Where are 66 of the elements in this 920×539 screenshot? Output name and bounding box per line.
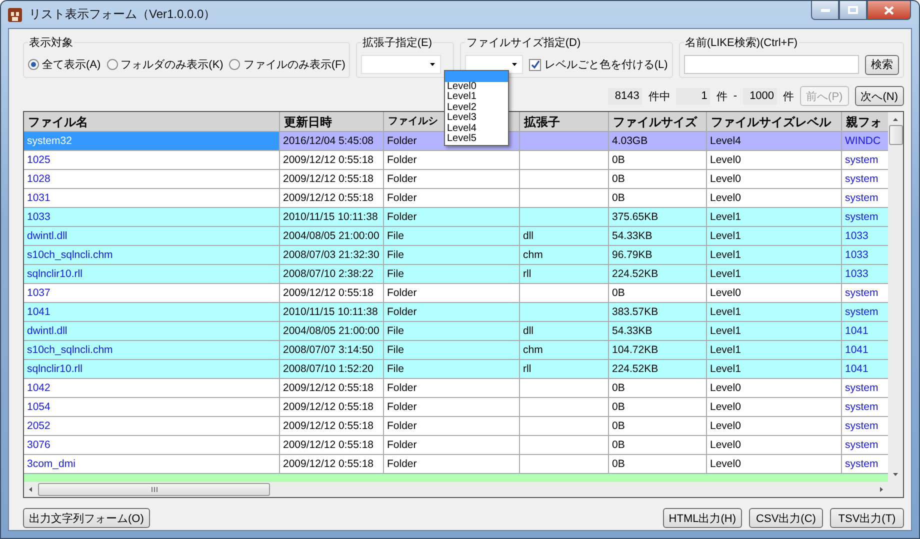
dropdown-item[interactable]: Level0	[445, 82, 508, 92]
range-dash: -	[733, 90, 738, 102]
table-row[interactable]: sqlnclir10.rll 2008/07/10 2:38:22 File rll 224.52KB Level1 1033	[24, 265, 888, 284]
dropdown-item[interactable]: Level2	[445, 102, 508, 113]
table-row[interactable]: 1042 2009/12/12 0:55:18 Folder 0B Level0 system	[24, 379, 888, 398]
dropdown-item[interactable]: Level3	[445, 113, 508, 124]
maximize-button[interactable]	[839, 1, 867, 20]
table-row[interactable]: 1054 2009/12/12 0:55:18 Folder 0B Level0 system	[24, 398, 888, 417]
table-row[interactable]: dwintl.dll 2004/08/05 21:00:00 File dll 54.33KB Level1 1033	[24, 227, 888, 246]
scroll-thumb[interactable]	[888, 125, 902, 145]
search-field[interactable]	[684, 55, 859, 74]
dropdown-item[interactable]: Level5	[445, 134, 508, 144]
table-row[interactable]: 1025 2009/12/12 0:55:18 Folder 0B Level0 system	[24, 151, 888, 170]
count-label: 件中	[648, 90, 670, 104]
horizontal-scrollbar[interactable]	[24, 482, 888, 497]
total-count: 8143	[608, 88, 642, 104]
table-row[interactable]: 1033 2010/11/15 10:11:38 Folder 375.65KB Level1 system	[24, 208, 888, 227]
count-label: 件	[716, 90, 728, 104]
minimize-icon	[820, 8, 830, 12]
radio-option[interactable]: ファイルのみ表示(F)	[229, 57, 346, 72]
group-label: ファイルサイズ指定(D)	[465, 36, 582, 50]
export-button[interactable]: CSV出力(C)	[749, 508, 823, 528]
window-title: リスト表示フォーム（Ver1.0.0.0）	[29, 6, 216, 23]
table-row[interactable]: 3com_dmi 2009/12/12 0:55:18 Folder 0B Level0 system	[24, 455, 888, 474]
checkmark-icon	[530, 60, 540, 69]
table-row[interactable]: 1028 2009/12/12 0:55:18 Folder 0B Level0 system	[24, 170, 888, 189]
output-form-button[interactable]: 出力文字列フォーム(O)	[23, 508, 150, 528]
table-cell: system32	[24, 132, 280, 151]
vertical-scrollbar[interactable]	[888, 112, 903, 482]
group-label: 表示対象	[28, 36, 74, 50]
scroll-down-icon[interactable]	[892, 471, 899, 478]
table-row[interactable]: 1037 2009/12/12 0:55:18 Folder 0B Level0 system	[24, 284, 888, 303]
app-icon	[7, 6, 23, 22]
dropdown-arrow-icon[interactable]	[511, 61, 518, 68]
scroll-right-icon[interactable]	[878, 486, 885, 493]
radio-option[interactable]: 全て表示(A)	[28, 57, 101, 72]
close-icon	[884, 6, 894, 14]
table-row[interactable]: sqlnclir10.rll 2008/07/10 1:52:20 File rll 224.52KB Level1 1041	[24, 360, 888, 379]
maximize-icon	[848, 6, 858, 14]
search-button[interactable]: 検索	[865, 54, 899, 74]
table-row[interactable]: s10ch_sqlncli.chm 2008/07/07 3:14:50 File chm 104.72KB Level1 1041	[24, 341, 888, 360]
next-button[interactable]: 次へ(N)	[854, 86, 904, 106]
count-label: 件	[783, 90, 794, 104]
radio-option[interactable]: フォルダのみ表示(K)	[106, 57, 224, 72]
group-label: 名前(LIKE検索)(Ctrl+F)	[684, 36, 799, 50]
dropdown-item[interactable]: Level4	[445, 124, 508, 134]
minimize-button[interactable]	[811, 1, 839, 20]
range-start: 1	[676, 88, 710, 104]
table-row[interactable]: 2052 2009/12/12 0:55:18 Folder 0B Level0 system	[24, 417, 888, 436]
table-row[interactable]: 1031 2009/12/12 0:55:18 Folder 0B Level0 system	[24, 189, 888, 208]
table-row[interactable]: s10ch_sqlncli.chm 2008/07/03 21:32:30 File chm 96.79KB Level1 1033	[24, 246, 888, 265]
export-button[interactable]: TSV出力(T)	[830, 508, 904, 528]
table-row[interactable]: 1041 2010/11/15 10:11:38 Folder 383.57KB Level1 system	[24, 303, 888, 322]
scroll-up-icon[interactable]	[892, 116, 899, 123]
scroll-thumb[interactable]	[38, 483, 270, 496]
table-row[interactable]: dwintl.dll 2004/08/05 21:00:00 File dll 54.33KB Level1 1041	[24, 322, 888, 341]
group-label: 拡張子指定(E)	[361, 36, 434, 50]
color-checkbox[interactable]: レベルごと色を付ける(L)	[529, 57, 668, 72]
scroll-left-icon[interactable]	[27, 486, 34, 493]
grip-icon	[150, 487, 158, 492]
dropdown-arrow-icon[interactable]	[429, 61, 436, 68]
dropdown-item[interactable]: Level1	[445, 92, 508, 102]
export-button[interactable]: HTML出力(H)	[662, 508, 742, 528]
range-end: 1000	[743, 88, 778, 104]
close-button[interactable]	[867, 1, 911, 20]
table-row[interactable]: 3076 2009/12/12 0:55:18 Folder 0B Level0 system	[24, 436, 888, 455]
